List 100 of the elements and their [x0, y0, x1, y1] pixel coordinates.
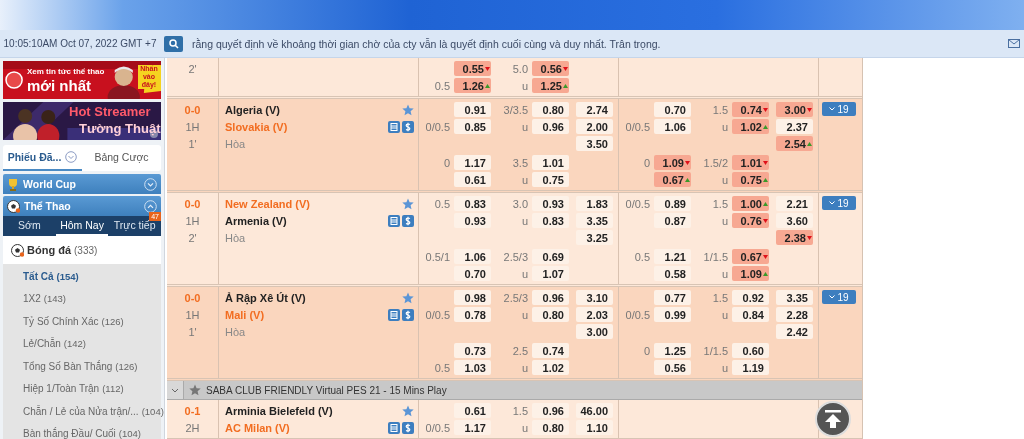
more-bets-button[interactable]: 19: [822, 196, 856, 210]
bet-type-item[interactable]: Hiệp 1/Toàn Trận (112): [3, 377, 161, 400]
bet-type-item[interactable]: Lẻ/Chẵn (142): [3, 332, 161, 355]
odds-button[interactable]: 3.50: [576, 136, 613, 151]
stats-icon[interactable]: [388, 214, 400, 227]
odds-button[interactable]: 0.60: [732, 343, 769, 358]
star-icon[interactable]: [402, 291, 414, 304]
chevron-down-icon[interactable]: [171, 387, 179, 393]
odds-button[interactable]: 2.42: [776, 324, 813, 339]
odds-button[interactable]: 3.10: [576, 290, 613, 305]
odds-button[interactable]: 0.83: [454, 196, 491, 211]
odds-button[interactable]: 0.70: [654, 102, 691, 117]
odds-button[interactable]: 0.80: [532, 102, 569, 117]
odds-button[interactable]: 1.17: [454, 420, 491, 435]
odds-button[interactable]: 0.96: [532, 290, 569, 305]
odds-button[interactable]: 0.92: [732, 290, 769, 305]
odds-button[interactable]: 0.93: [454, 213, 491, 228]
odds-button[interactable]: 1.01: [532, 155, 569, 170]
odds-button[interactable]: 0.76: [732, 213, 769, 228]
odds-button[interactable]: 0.80: [532, 420, 569, 435]
odds-button[interactable]: 1.06: [454, 249, 491, 264]
odds-button[interactable]: 2.54: [776, 136, 813, 151]
odds-button[interactable]: 0.61: [454, 172, 491, 187]
odds-button[interactable]: 0.55: [454, 61, 491, 76]
dollar-icon[interactable]: [402, 214, 414, 227]
odds-button[interactable]: 0.91: [454, 102, 491, 117]
odds-button[interactable]: 0.96: [532, 119, 569, 134]
more-bets-button[interactable]: 19: [822, 102, 856, 116]
odds-button[interactable]: 1.19: [732, 360, 769, 375]
odds-button[interactable]: 0.69: [532, 249, 569, 264]
odds-button[interactable]: 0.98: [454, 290, 491, 305]
odds-button[interactable]: 0.96: [532, 403, 569, 418]
odds-button[interactable]: 0.99: [654, 307, 691, 322]
star-icon[interactable]: [402, 404, 414, 417]
bet-type-item[interactable]: Tất Cả (154): [3, 265, 161, 288]
odds-button[interactable]: 1.06: [654, 119, 691, 134]
odds-button[interactable]: 0.56: [654, 360, 691, 375]
odds-button[interactable]: 1.01: [732, 155, 769, 170]
odds-button[interactable]: 0.67: [654, 172, 691, 187]
star-icon[interactable]: [402, 103, 414, 116]
odds-button[interactable]: 1.26: [454, 78, 491, 93]
odds-button[interactable]: 3.25: [576, 230, 613, 245]
subtab[interactable]: Sớm: [3, 216, 56, 236]
odds-button[interactable]: 2.03: [576, 307, 613, 322]
odds-button[interactable]: 0.83: [532, 213, 569, 228]
odds-button[interactable]: 2.74: [576, 102, 613, 117]
odds-button[interactable]: 0.84: [732, 307, 769, 322]
odds-button[interactable]: 3.00: [776, 102, 813, 117]
odds-button[interactable]: 1.10: [576, 420, 613, 435]
odds-button[interactable]: 1.07: [532, 266, 569, 281]
odds-button[interactable]: 0.75: [732, 172, 769, 187]
stats-icon[interactable]: [388, 421, 400, 434]
odds-button[interactable]: 0.75: [532, 172, 569, 187]
stats-icon[interactable]: [388, 308, 400, 321]
tab[interactable]: Bảng Cược: [82, 145, 161, 171]
banner[interactable]: Hot Streamer Tường Thuật: [3, 102, 161, 140]
odds-button[interactable]: 0.70: [454, 266, 491, 281]
odds-button[interactable]: 0.93: [532, 196, 569, 211]
odds-button[interactable]: 3.35: [576, 213, 613, 228]
dollar-icon[interactable]: [402, 120, 414, 133]
bet-type-item[interactable]: Tổng Số Bàn Thắng (126): [3, 355, 161, 378]
odds-button[interactable]: 3.60: [776, 213, 813, 228]
odds-button[interactable]: 0.87: [654, 213, 691, 228]
odds-button[interactable]: 2.38: [776, 230, 813, 245]
star-icon[interactable]: [402, 197, 414, 210]
odds-button[interactable]: 3.35: [776, 290, 813, 305]
odds-button[interactable]: 1.02: [732, 119, 769, 134]
odds-button[interactable]: 1.21: [654, 249, 691, 264]
odds-button[interactable]: 0.67: [732, 249, 769, 264]
odds-button[interactable]: 1.09: [732, 266, 769, 281]
odds-button[interactable]: 0.89: [654, 196, 691, 211]
odds-button[interactable]: 0.74: [732, 102, 769, 117]
odds-button[interactable]: 0.61: [454, 403, 491, 418]
dollar-icon[interactable]: [402, 308, 414, 321]
chevron-down-icon[interactable]: [65, 151, 78, 163]
section-header[interactable]: World Cup: [3, 174, 161, 194]
stats-icon[interactable]: [388, 120, 400, 133]
odds-button[interactable]: 1.03: [454, 360, 491, 375]
chevron-up-icon[interactable]: [144, 199, 157, 213]
odds-button[interactable]: 1.02: [532, 360, 569, 375]
more-bets-button[interactable]: 19: [822, 290, 856, 304]
odds-button[interactable]: 0.78: [454, 307, 491, 322]
odds-button[interactable]: 46.00: [576, 403, 613, 418]
odds-button[interactable]: 2.00: [576, 119, 613, 134]
odds-button[interactable]: 0.80: [532, 307, 569, 322]
odds-button[interactable]: 1.00: [732, 196, 769, 211]
odds-button[interactable]: 2.21: [776, 196, 813, 211]
odds-button[interactable]: 1.25: [532, 78, 569, 93]
bet-type-item[interactable]: 1X2 (143): [3, 287, 161, 310]
odds-button[interactable]: 3.00: [576, 324, 613, 339]
odds-button[interactable]: 0.74: [532, 343, 569, 358]
odds-button[interactable]: 0.73: [454, 343, 491, 358]
search-button[interactable]: [164, 35, 183, 52]
odds-button[interactable]: 2.28: [776, 307, 813, 322]
odds-button[interactable]: 1.17: [454, 155, 491, 170]
odds-button[interactable]: 0.77: [654, 290, 691, 305]
bet-type-item[interactable]: Bàn thắng Đầu/ Cuối (104): [3, 422, 161, 439]
mail-icon[interactable]: [1008, 39, 1020, 48]
dollar-icon[interactable]: [402, 421, 414, 434]
odds-button[interactable]: 2.37: [776, 119, 813, 134]
